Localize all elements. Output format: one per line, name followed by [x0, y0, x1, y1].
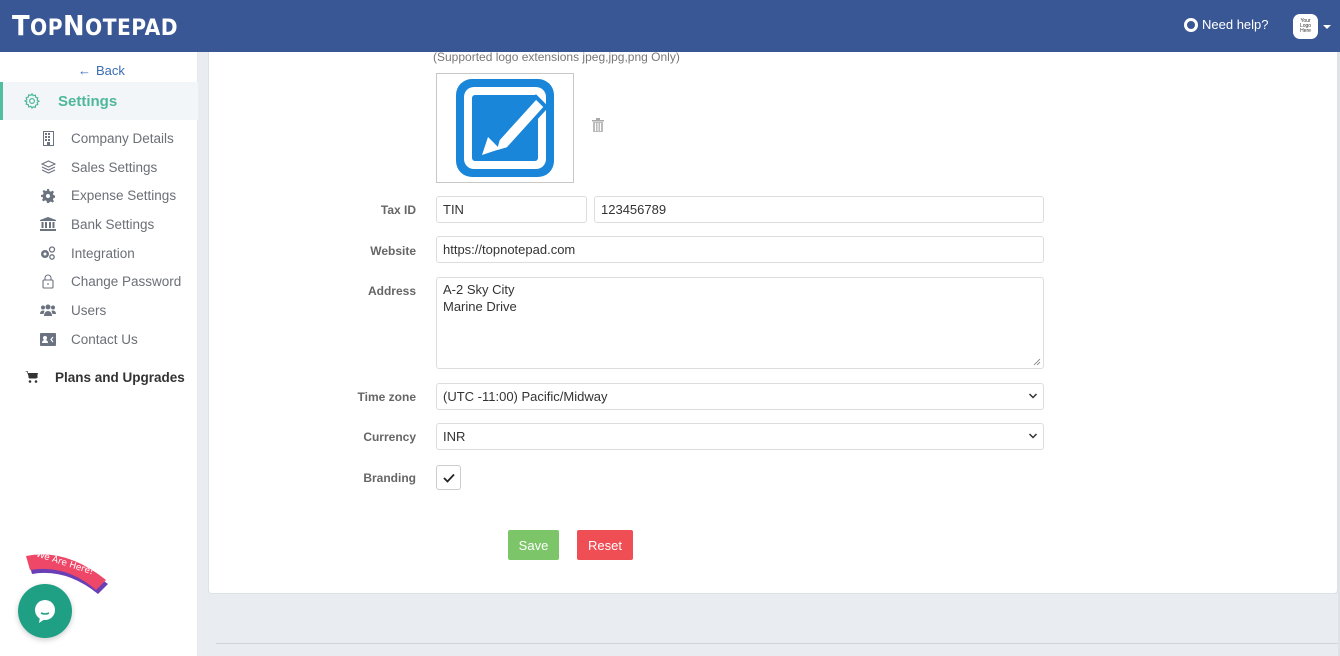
- timezone-label: Time zone: [357, 390, 416, 404]
- branding-checkbox[interactable]: [436, 465, 461, 490]
- save-button[interactable]: Save: [508, 530, 559, 560]
- footer-divider: [216, 643, 1340, 644]
- tax-id-label: Tax ID: [380, 203, 416, 217]
- logo-extension-hint: (Supported logo extensions jpeg,jpg,png …: [433, 50, 680, 64]
- trash-icon[interactable]: [591, 118, 605, 132]
- sidebar-item-expense-settings[interactable]: Expense Settings: [0, 181, 198, 210]
- sidebar-item-label: Company Details: [71, 130, 174, 146]
- tax-id-number-value: 123456789: [601, 202, 667, 217]
- brand-logo[interactable]: TOPNOTEPAD: [12, 9, 178, 42]
- currency-select[interactable]: INR: [436, 423, 1044, 450]
- sidebar-item-bank-settings[interactable]: Bank Settings: [0, 210, 198, 239]
- need-help-link[interactable]: Need help?: [1184, 17, 1269, 32]
- sidebar-item-users[interactable]: Users: [0, 296, 198, 325]
- sidebar-item-label: Contact Us: [71, 331, 138, 347]
- bank-icon: [40, 216, 56, 232]
- caret-down-icon[interactable]: [1323, 25, 1331, 29]
- plans-label: Plans and Upgrades: [55, 369, 185, 385]
- address-label: Address: [367, 284, 416, 298]
- sidebar-item-settings[interactable]: Settings: [0, 82, 198, 120]
- sidebar-item-label: Users: [71, 302, 107, 318]
- settings-submenu: Company Details Sales Settings Expense S…: [0, 124, 198, 354]
- checkmark-icon: [442, 473, 455, 483]
- sidebar-item-label: Bank Settings: [71, 216, 155, 232]
- chevron-down-icon: [1028, 433, 1038, 439]
- branding-label: Branding: [363, 471, 416, 485]
- address-value: A-2 Sky City Marine Drive: [443, 282, 517, 314]
- sidebar-item-contact-us[interactable]: Contact Us: [0, 325, 198, 354]
- address-textarea[interactable]: A-2 Sky City Marine Drive: [436, 277, 1044, 369]
- notepad-logo-image: [456, 79, 554, 177]
- cog-icon: [40, 188, 56, 204]
- need-help-label: Need help?: [1202, 17, 1269, 32]
- website-label: Website: [370, 244, 416, 258]
- tax-id-number-input[interactable]: 123456789: [594, 196, 1044, 223]
- sidebar-item-sales-settings[interactable]: Sales Settings: [0, 153, 198, 182]
- back-label: Back: [96, 63, 125, 78]
- top-navbar: TOPNOTEPAD Need help? Your Logo Here: [0, 0, 1340, 52]
- contact-card-icon: [40, 331, 56, 347]
- sidebar-item-label: Sales Settings: [71, 159, 158, 175]
- arrow-left-icon: ←: [78, 63, 91, 78]
- tax-id-type-value: TIN: [443, 202, 464, 217]
- timezone-select[interactable]: (UTC -11:00) Pacific/Midway: [436, 383, 1044, 410]
- sidebar-item-company-details[interactable]: Company Details: [0, 124, 198, 153]
- website-input[interactable]: https://topnotepad.com: [436, 236, 1044, 263]
- cart-icon: [25, 371, 38, 383]
- user-avatar[interactable]: Your Logo Here: [1293, 14, 1318, 39]
- lifebuoy-icon: [1184, 17, 1198, 32]
- sidebar-item-label: Integration: [71, 245, 135, 261]
- tax-id-type-input[interactable]: TIN: [436, 196, 587, 223]
- chevron-down-icon: [1028, 393, 1038, 399]
- cogs-icon: [40, 245, 56, 261]
- brand-letter-t: T: [12, 9, 31, 42]
- chat-bubble-icon: [35, 600, 55, 623]
- settings-label: Settings: [58, 92, 118, 110]
- brand-part-rest: OTEPAD: [85, 16, 179, 41]
- lock-icon: [40, 274, 56, 290]
- company-details-panel: (Supported logo extensions jpeg,jpg,png …: [208, 50, 1338, 594]
- layers-icon: [40, 159, 56, 175]
- brand-part-op: OP: [30, 16, 64, 41]
- gear-icon: [23, 92, 41, 110]
- sidebar-item-plans-and-upgrades[interactable]: Plans and Upgrades: [0, 365, 198, 389]
- users-icon: [40, 302, 56, 318]
- timezone-value: (UTC -11:00) Pacific/Midway: [443, 389, 608, 404]
- chat-launcher-button[interactable]: [18, 584, 72, 638]
- currency-label: Currency: [363, 430, 416, 444]
- sidebar-item-label: Change Password: [71, 274, 182, 290]
- currency-value: INR: [443, 429, 466, 444]
- website-value: https://topnotepad.com: [443, 242, 576, 257]
- building-icon: [40, 130, 56, 146]
- avatar-placeholder-text: Your Logo Here: [1299, 18, 1312, 34]
- sidebar-item-integration[interactable]: Integration: [0, 239, 198, 268]
- reset-button[interactable]: Reset: [577, 530, 633, 560]
- brand-letter-n: N: [63, 9, 86, 42]
- sidebar-item-change-password[interactable]: Change Password: [0, 267, 198, 296]
- sidebar-item-label: Expense Settings: [71, 188, 177, 204]
- company-logo-preview[interactable]: [436, 73, 574, 183]
- resize-grip-icon[interactable]: [1033, 358, 1041, 366]
- back-link[interactable]: ← Back: [78, 63, 125, 78]
